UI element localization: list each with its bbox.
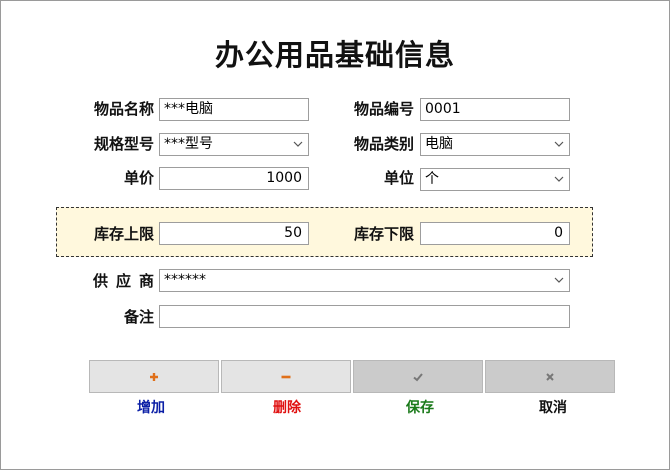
stock-min-label: 库存下限 (353, 225, 414, 243)
save-button[interactable] (353, 360, 483, 393)
delete-button[interactable] (221, 360, 351, 393)
stock-max-label: 库存上限 (93, 225, 154, 243)
chevron-down-icon[interactable] (554, 138, 564, 150)
remark-label: 备注 (123, 308, 154, 326)
cross-icon (546, 372, 554, 381)
spec-model-select[interactable]: ***型号 (159, 133, 309, 156)
item-name-label: 物品名称 (93, 100, 154, 118)
chevron-down-icon[interactable] (293, 138, 303, 150)
plus-icon (150, 372, 158, 381)
add-button[interactable] (89, 360, 219, 393)
add-button-label[interactable]: 增加 (86, 398, 216, 418)
save-button-label[interactable]: 保存 (355, 398, 485, 418)
cancel-button[interactable] (485, 360, 615, 393)
unit-price-input[interactable]: 1000 (159, 167, 309, 190)
item-name-input[interactable]: ***电脑 (159, 98, 309, 121)
item-code-label: 物品编号 (353, 100, 414, 118)
remark-input[interactable] (159, 305, 570, 328)
delete-button-label[interactable]: 删除 (222, 398, 352, 418)
supplier-value: ****** (164, 272, 206, 288)
stock-max-input[interactable]: 50 (159, 222, 309, 245)
category-select[interactable]: 电脑 (420, 133, 570, 156)
check-icon (413, 372, 423, 381)
unit-value: 个 (425, 171, 439, 187)
spec-model-value: ***型号 (164, 136, 213, 152)
unit-price-label: 单价 (123, 169, 154, 187)
category-value: 电脑 (425, 136, 453, 152)
minus-icon (281, 375, 291, 378)
chevron-down-icon[interactable] (554, 173, 564, 185)
category-label: 物品类别 (353, 135, 414, 153)
spec-model-label: 规格型号 (93, 135, 154, 153)
cancel-button-label[interactable]: 取消 (488, 398, 618, 418)
page-title: 办公用品基础信息 (214, 38, 455, 72)
unit-label: 单位 (383, 169, 414, 187)
stock-min-input[interactable]: 0 (420, 222, 570, 245)
supplier-select[interactable]: ****** (159, 269, 570, 292)
supplier-label: 供应商 (92, 272, 162, 290)
unit-select[interactable]: 个 (420, 168, 570, 191)
chevron-down-icon[interactable] (554, 274, 564, 286)
item-code-input[interactable]: 0001 (420, 98, 570, 121)
